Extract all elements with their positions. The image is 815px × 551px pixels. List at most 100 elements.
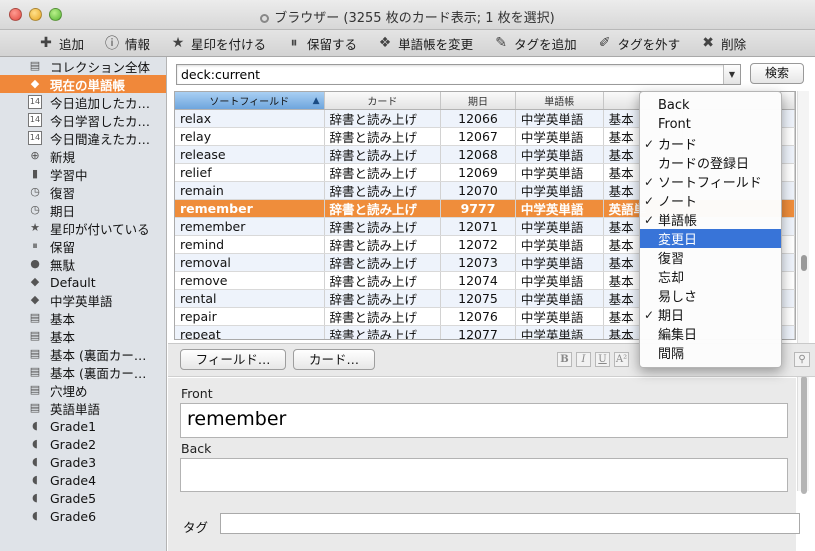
- underline-button[interactable]: U: [595, 352, 610, 367]
- sidebar-item-label: 現在の単語帳: [50, 77, 126, 93]
- search-history-dropdown[interactable]: ▼: [723, 65, 740, 84]
- sidebar-item[interactable]: ◆ 現在の単語帳: [0, 75, 166, 93]
- fields-button[interactable]: フィールド…: [180, 349, 286, 370]
- column-menu-item[interactable]: 間隔: [640, 343, 781, 362]
- table-cell: 中学英単語: [516, 308, 604, 325]
- back-field[interactable]: [180, 458, 788, 492]
- column-menu-item[interactable]: Back: [640, 96, 781, 115]
- sidebar-item-label: 今日間違えたカ…: [50, 131, 151, 147]
- sidebar-item[interactable]: ◖ Grade4: [0, 471, 166, 489]
- table-cell: 9777: [441, 200, 516, 217]
- column-menu-item[interactable]: ✓ ソートフィールド: [640, 172, 781, 192]
- column-menu-item[interactable]: 易しさ: [640, 286, 781, 305]
- window-title-text: ブラウザー (3255 枚のカード表示; 1 枚を選択): [274, 11, 555, 26]
- toolbar-button-label: 追加: [59, 36, 85, 52]
- toolbar-button-tag-remove[interactable]: ✐ タグを外す: [597, 34, 680, 53]
- sidebar-item-label: 基本 (裏面カー…: [50, 365, 147, 381]
- cards-button[interactable]: カード…: [293, 349, 375, 370]
- sidebar-item[interactable]: ⏸ 保留: [0, 237, 166, 255]
- toolbar-button-info[interactable]: ⓘ 情報: [104, 33, 150, 53]
- sidebar-item[interactable]: ▤ 英語単語: [0, 399, 166, 417]
- bold-button[interactable]: B: [557, 352, 572, 367]
- table-cell: repair: [175, 308, 325, 325]
- column-menu-item[interactable]: 復習: [640, 248, 781, 267]
- superscript-button[interactable]: A²: [614, 352, 629, 367]
- sidebar-item-label: 今日学習したカ…: [50, 113, 151, 129]
- notetype-icon: ▤: [29, 365, 41, 378]
- sidebar-item-label: 保留: [50, 239, 76, 255]
- sidebar-item[interactable]: 14 今日間違えたカ…: [0, 129, 166, 147]
- sidebar-item[interactable]: ◖ Grade1: [0, 417, 166, 435]
- sidebar-item[interactable]: ⊕ 新規: [0, 147, 166, 165]
- column-header-label: 単語帳: [544, 97, 575, 108]
- column-header[interactable]: ソートフィールド ▲: [175, 92, 325, 109]
- tag-icon: ◖: [32, 455, 38, 468]
- editor-scroll-thumb[interactable]: [801, 376, 807, 494]
- column-menu-item[interactable]: カードの登録日: [640, 153, 781, 172]
- table-cell: 12076: [441, 308, 516, 325]
- deck-icon: ◆: [30, 293, 40, 306]
- sidebar-item[interactable]: ▤ 穴埋め: [0, 381, 166, 399]
- toolbar-button-tag-add[interactable]: ✎ タグを追加: [493, 34, 576, 53]
- search-input[interactable]: [177, 65, 717, 84]
- table-cell: 辞書と読み上げ: [325, 254, 442, 271]
- sidebar-item[interactable]: ◆ 中学英単語: [0, 291, 166, 309]
- italic-button[interactable]: I: [576, 352, 591, 367]
- tag-remove-icon: ✐: [598, 35, 611, 51]
- toolbar-button-plus[interactable]: ✚ 追加: [38, 34, 84, 53]
- column-menu-item-label: Back: [658, 98, 690, 113]
- column-menu-item[interactable]: ✓ 単語帳: [640, 210, 781, 230]
- table-cell: 辞書と読み上げ: [325, 272, 442, 289]
- column-header[interactable]: カード: [325, 92, 442, 109]
- sidebar-item[interactable]: ◷ 復習: [0, 183, 166, 201]
- suspended-icon: ⏸: [32, 239, 38, 252]
- table-cell: remain: [175, 182, 325, 199]
- toolbar-button-delete[interactable]: ✖ 削除: [700, 34, 746, 53]
- sort-ascending-icon: ▲: [312, 95, 320, 106]
- sidebar-item[interactable]: ◖ Grade6: [0, 507, 166, 525]
- toolbar-button-star[interactable]: ★ 星印を付ける: [170, 34, 266, 53]
- checkmark-icon: ✓: [644, 174, 655, 189]
- sidebar-item[interactable]: ▤ 基本: [0, 309, 166, 327]
- table-cell: 12072: [441, 236, 516, 253]
- sidebar-item-label: 基本: [50, 311, 76, 327]
- sidebar-item[interactable]: ◆ Default: [0, 273, 166, 291]
- sidebar-item[interactable]: ▤ 基本: [0, 327, 166, 345]
- sidebar-item-label: Grade1: [50, 418, 97, 434]
- sidebar-item[interactable]: ▤ コレクション全体: [0, 57, 166, 75]
- sidebar-item[interactable]: ◖ Grade3: [0, 453, 166, 471]
- column-menu-item[interactable]: 忘却: [640, 267, 781, 286]
- column-menu-item[interactable]: ✓ ノート: [640, 191, 781, 211]
- toolbar-button-deck[interactable]: ❖ 単語帳を変更: [377, 34, 473, 53]
- table-cell: 中学英単語: [516, 182, 604, 199]
- search-button[interactable]: 検索: [750, 63, 804, 84]
- table-cell: 中学英単語: [516, 128, 604, 145]
- toolbar-button-pause[interactable]: ⏸ 保留する: [286, 34, 358, 53]
- sidebar-item[interactable]: ◷ 期日: [0, 201, 166, 219]
- sidebar-item[interactable]: ◖ Grade5: [0, 489, 166, 507]
- column-header[interactable]: 期日: [441, 92, 516, 109]
- sidebar-item[interactable]: ★ 星印が付いている: [0, 219, 166, 237]
- column-menu-item[interactable]: Front: [640, 115, 781, 134]
- column-header[interactable]: 単語帳: [516, 92, 604, 109]
- column-menu-item[interactable]: 編集日: [640, 324, 781, 343]
- sidebar-item[interactable]: ◖ Grade2: [0, 435, 166, 453]
- table-cell: 辞書と読み上げ: [325, 290, 442, 307]
- column-menu-item-label: 編集日: [658, 328, 698, 343]
- table-scroll-thumb[interactable]: [801, 255, 807, 271]
- sidebar-item-label: 中学英単語: [50, 293, 113, 309]
- table-cell: 中学英単語: [516, 236, 604, 253]
- sidebar-item[interactable]: ● 無駄: [0, 255, 166, 273]
- sidebar-item[interactable]: ▤ 基本 (裏面カー…: [0, 345, 166, 363]
- sidebar-item[interactable]: ▤ 基本 (裏面カー…: [0, 363, 166, 381]
- column-menu-item[interactable]: ✓ カード: [640, 134, 781, 154]
- column-menu-item-label: 単語帳: [658, 214, 698, 229]
- column-menu-item[interactable]: ✓ 期日: [640, 305, 781, 325]
- sidebar-item[interactable]: ▮ 学習中: [0, 165, 166, 183]
- sidebar-item[interactable]: 14 今日追加したカ…: [0, 93, 166, 111]
- column-menu-item[interactable]: 変更日: [640, 229, 781, 248]
- sidebar-item[interactable]: 14 今日学習したカ…: [0, 111, 166, 129]
- attach-icon[interactable]: ⚲: [794, 352, 810, 367]
- column-menu-item-label: 変更日: [658, 233, 698, 248]
- tags-input[interactable]: [220, 513, 800, 534]
